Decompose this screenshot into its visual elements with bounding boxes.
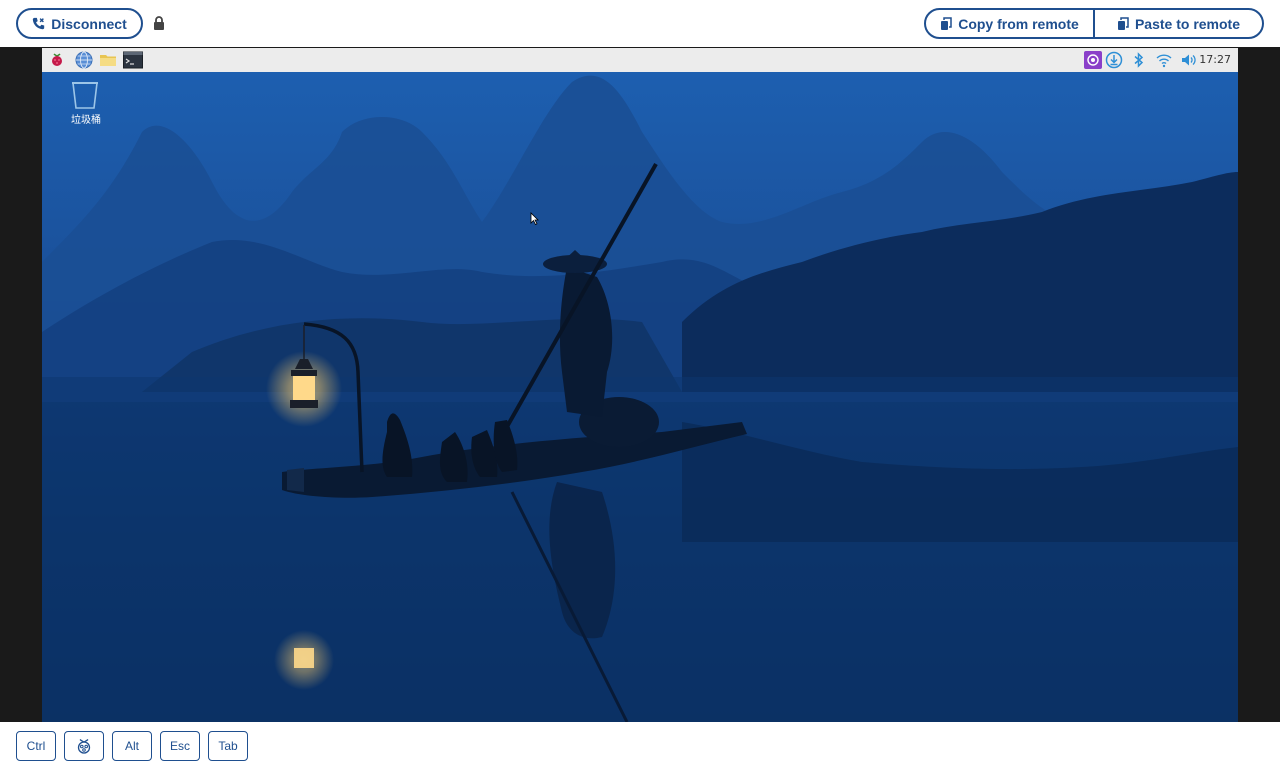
- raspberry-key-button[interactable]: [64, 731, 104, 761]
- trash-label[interactable]: 垃圾桶: [64, 111, 108, 126]
- file-manager-icon[interactable]: [99, 51, 117, 69]
- raspberry-key-icon: [77, 739, 91, 754]
- mouse-cursor-icon: [530, 212, 539, 225]
- terminal-icon[interactable]: [123, 51, 143, 69]
- bluetooth-icon[interactable]: [1130, 51, 1148, 69]
- esc-key-label: Esc: [169, 739, 190, 753]
- vnc-icon[interactable]: [1084, 51, 1102, 69]
- remote-taskbar: 17:27: [42, 48, 1238, 73]
- disconnect-label: Disconnect: [51, 15, 127, 32]
- desktop-wallpaper: [42, 72, 1238, 722]
- web-browser-icon[interactable]: [75, 51, 93, 69]
- paste-to-remote-button[interactable]: Paste to remote: [1093, 8, 1264, 39]
- remote-screen[interactable]: 17:27 垃圾桶: [42, 48, 1238, 722]
- disconnect-button[interactable]: Disconnect: [16, 8, 143, 39]
- bottom-key-bar: Ctrl Alt Esc Tab: [0, 722, 1280, 769]
- top-toolbar: Disconnect Copy from remote Paste to rem…: [0, 0, 1280, 47]
- copy-from-remote-label: Copy from remote: [958, 15, 1079, 32]
- trash-icon[interactable]: [69, 80, 101, 110]
- alt-key-label: Alt: [124, 739, 139, 753]
- tab-key-button[interactable]: Tab: [208, 731, 248, 761]
- tab-key-label: Tab: [218, 739, 238, 753]
- copy-icon: [941, 17, 952, 30]
- alt-key-button[interactable]: Alt: [112, 731, 152, 761]
- phone-disconnect-icon: [33, 17, 45, 30]
- paste-to-remote-label: Paste to remote: [1134, 15, 1241, 32]
- wifi-icon[interactable]: [1155, 51, 1173, 69]
- raspberry-menu-icon[interactable]: [48, 51, 66, 69]
- ctrl-key-label: Ctrl: [26, 739, 46, 753]
- ctrl-key-button[interactable]: Ctrl: [16, 731, 56, 761]
- copy-from-remote-button[interactable]: Copy from remote: [924, 8, 1095, 39]
- esc-key-button[interactable]: Esc: [160, 731, 200, 761]
- updates-icon[interactable]: [1105, 51, 1123, 69]
- paste-icon: [1117, 17, 1129, 30]
- volume-icon[interactable]: [1180, 51, 1198, 69]
- lock-icon: [154, 16, 164, 30]
- remote-viewport: 17:27 垃圾桶: [0, 47, 1280, 722]
- clock[interactable]: 17:27: [1199, 53, 1231, 66]
